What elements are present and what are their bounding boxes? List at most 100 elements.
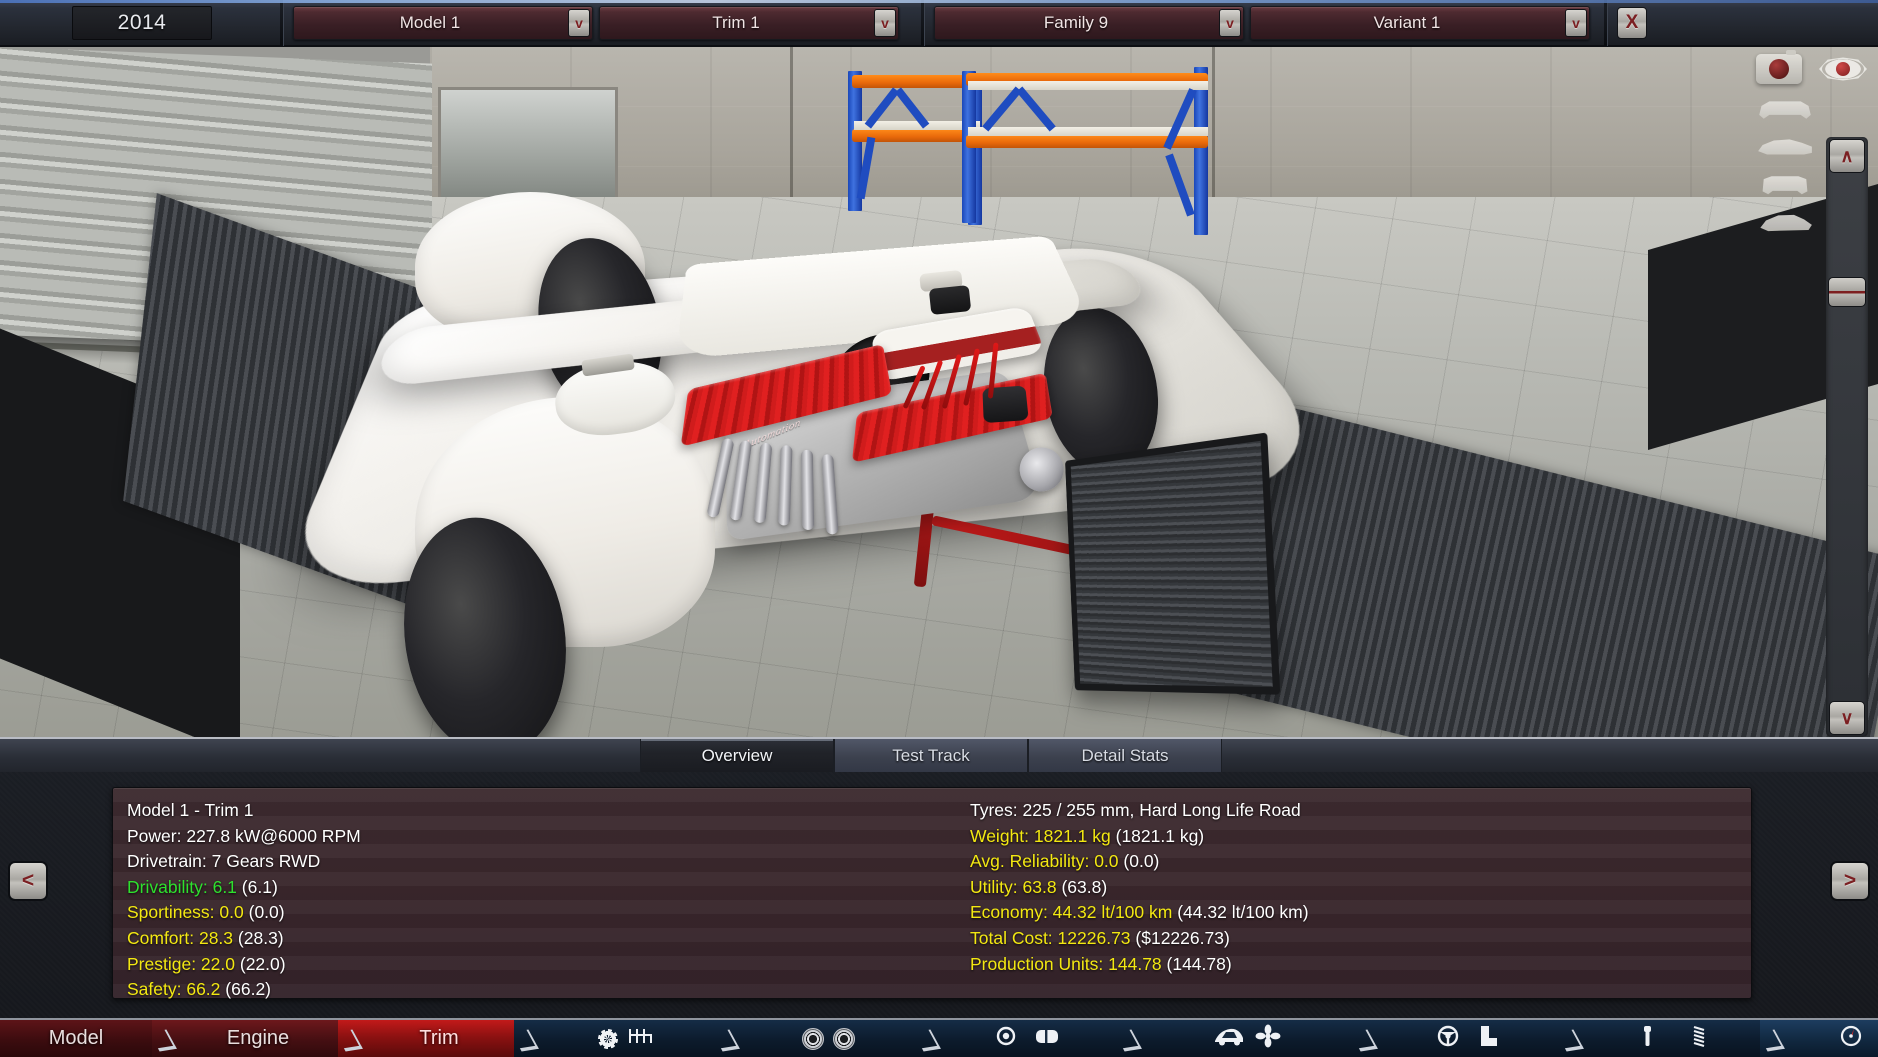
stat-line: Tyres: 225 / 255 mm, Hard Long Life Road — [970, 798, 1751, 824]
car-rear-icon — [1757, 169, 1813, 197]
close-button[interactable]: X — [1617, 7, 1647, 39]
view-front-button[interactable] — [1756, 90, 1814, 124]
car-3d-viewport[interactable]: Automation — [0, 47, 1878, 737]
nav-model-label: Model — [45, 1027, 107, 1050]
nav-engine-label: Engine — [223, 1027, 293, 1050]
stat-base-value: (22.0) — [235, 954, 286, 974]
stat-line: Economy: 44.32 lt/100 km (44.32 lt/100 k… — [970, 900, 1751, 926]
nav-chevron-icon — [1117, 1020, 1143, 1057]
stats-column-right: Tyres: 225 / 255 mm, Hard Long Life Road… — [932, 798, 1751, 998]
camera-zoom-slider[interactable]: ∧ ∨ — [1826, 137, 1868, 737]
trim-selector[interactable]: Trim 1 v — [599, 6, 899, 40]
screenshot-camera-button[interactable] — [1756, 52, 1814, 86]
view-side-button[interactable] — [1756, 128, 1814, 162]
visibility-toggle-button[interactable] — [1814, 52, 1872, 86]
stat-value: 225 / 255 mm, Hard Long Life Road — [1018, 800, 1301, 820]
stat-base-value: (0.0) — [1119, 851, 1160, 871]
nav-brakes[interactable] — [942, 1020, 1117, 1057]
stat-base-value: (6.1) — [237, 877, 278, 897]
nav-model[interactable]: Model — [0, 1020, 152, 1057]
variant-selector[interactable]: Variant 1 v — [1250, 6, 1590, 40]
nav-gearbox[interactable] — [540, 1020, 715, 1057]
chevron-down-icon[interactable]: v — [568, 9, 590, 37]
stat-label: Comfort: — [127, 928, 194, 948]
tab-detail-stats[interactable]: Detail Stats — [1028, 739, 1222, 772]
exhaust-headers — [710, 428, 867, 548]
nav-testing-icons — [1839, 1024, 1878, 1054]
nav-engine[interactable]: Engine — [178, 1020, 338, 1057]
stat-label: Weight: — [970, 826, 1029, 846]
stat-label: Tyres: — [970, 800, 1018, 820]
stat-value: 44.32 lt/100 km — [1048, 902, 1173, 922]
view-rear-button[interactable] — [1756, 166, 1814, 200]
steering-wheel-icon — [1435, 1024, 1465, 1054]
nav-suspension[interactable] — [1585, 1020, 1760, 1057]
stat-line: Safety: 66.2 (66.2) — [127, 977, 932, 1003]
nav-wheels[interactable] — [741, 1020, 916, 1057]
stat-base-value: (44.32 lt/100 km) — [1172, 902, 1308, 922]
stat-line: Utility: 63.8 (63.8) — [970, 875, 1751, 901]
stat-label: Utility: — [970, 877, 1018, 897]
nav-chevron-icon — [1760, 1020, 1786, 1057]
nav-testing[interactable] — [1786, 1020, 1878, 1057]
stat-line: Sportiness: 0.0 (0.0) — [127, 900, 932, 926]
model-selector[interactable]: Model 1 v — [293, 6, 593, 40]
nav-gearbox-icons — [598, 1024, 657, 1054]
stat-label: Avg. Reliability: — [970, 851, 1089, 871]
stat-line: Drivability: 6.1 (6.1) — [127, 875, 932, 901]
nav-aero[interactable] — [1143, 1020, 1353, 1057]
car-iso-icon — [1757, 207, 1813, 235]
radiator — [1065, 432, 1280, 694]
chevron-down-icon[interactable]: v — [1565, 9, 1587, 37]
eye-pupil — [1836, 62, 1850, 76]
engine-assembly[interactable]: Automation — [656, 293, 1093, 582]
slider-up-button[interactable]: ∧ — [1829, 139, 1865, 173]
car-front-icon — [1757, 93, 1813, 121]
nav-aero-icons — [1214, 1024, 1283, 1054]
family-selector[interactable]: Family 9 v — [934, 6, 1244, 40]
nav-chevron-icon — [916, 1020, 942, 1057]
stat-value: 144.78 — [1103, 954, 1161, 974]
view-iso-button[interactable] — [1756, 204, 1814, 238]
section-navbar: ModelEngineTrimFactory — [0, 1018, 1878, 1057]
stat-label: Safety: — [127, 979, 181, 999]
stat-line: Total Cost: 12226.73 ($12226.73) — [970, 926, 1751, 952]
shelf-deck — [968, 81, 1208, 90]
topbar-divider — [280, 0, 283, 46]
chevron-down-icon[interactable]: v — [874, 9, 896, 37]
tab-bar: Overview Test Track Detail Stats — [0, 739, 1878, 772]
tab-test-track[interactable]: Test Track — [834, 739, 1028, 772]
nav-brakes-icons — [995, 1024, 1064, 1054]
stat-value: 12226.73 — [1053, 928, 1131, 948]
topbar-spacer — [212, 22, 280, 23]
gear-icon — [598, 1029, 618, 1049]
car-chassis-model[interactable]: Automation — [230, 107, 1410, 667]
stat-value: 227.8 kW@6000 RPM — [181, 826, 360, 846]
stat-value: 1821.1 kg — [1029, 826, 1111, 846]
stat-line: Prestige: 22.0 (22.0) — [127, 952, 932, 978]
stat-base-value: (28.3) — [233, 928, 284, 948]
nav-interior[interactable] — [1379, 1020, 1559, 1057]
model-selector-value: Model 1 — [400, 13, 460, 33]
nav-trim[interactable]: Trim — [364, 1020, 514, 1057]
previous-button[interactable]: < — [8, 861, 48, 901]
slider-down-button[interactable]: ∨ — [1829, 701, 1865, 735]
stat-line: Production Units: 144.78 (144.78) — [970, 952, 1751, 978]
shock-absorber-icon — [1638, 1024, 1668, 1054]
stat-line: Avg. Reliability: 0.0 (0.0) — [970, 849, 1751, 875]
seat-icon — [1474, 1024, 1504, 1054]
stat-line: Model 1 - Trim 1 — [127, 798, 932, 824]
next-button[interactable]: > — [1830, 861, 1870, 901]
topbar-divider-2 — [921, 0, 924, 46]
chevron-down-icon[interactable]: v — [1219, 9, 1241, 37]
stat-base-value: (144.78) — [1162, 954, 1232, 974]
stat-label: Prestige: — [127, 954, 196, 974]
nav-chevron-icon — [1559, 1020, 1585, 1057]
family-selector-value: Family 9 — [1044, 13, 1108, 33]
slider-handle[interactable] — [1828, 277, 1866, 307]
tab-overview[interactable]: Overview — [640, 739, 834, 772]
stat-value: 66.2 — [181, 979, 220, 999]
stat-base-value: (63.8) — [1057, 877, 1108, 897]
car-aero-icon — [1214, 1024, 1244, 1054]
coil-spring-icon — [1677, 1024, 1707, 1054]
